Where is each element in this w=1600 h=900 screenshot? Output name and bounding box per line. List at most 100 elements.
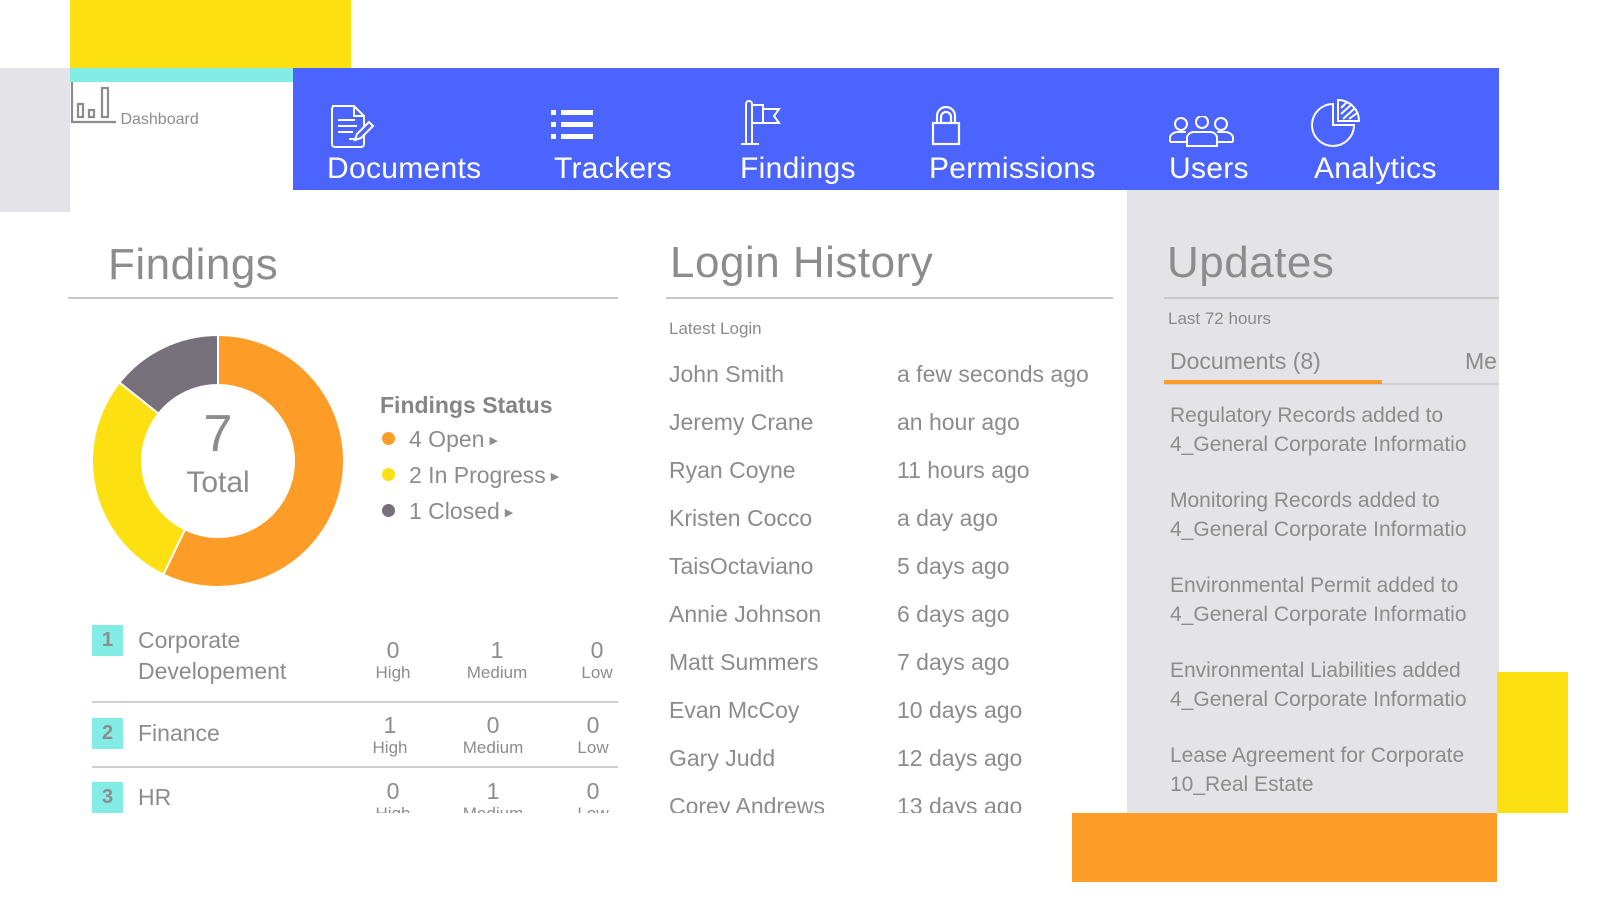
login-row[interactable]: Ryan Coyne 11 hours ago	[669, 457, 1109, 487]
user-name: Gary Judd	[669, 745, 776, 771]
login-time: 11 hours ago	[897, 457, 1030, 483]
update-title: Environmental Permit added to	[1170, 574, 1459, 597]
metric-low: 0Low	[577, 778, 608, 813]
update-item[interactable]: Environmental Permit added to 4_General C…	[1170, 571, 1467, 629]
tab-label: Trackers	[554, 152, 672, 185]
tab-trackers[interactable]: Trackers	[551, 68, 694, 190]
login-row[interactable]: Jeremy Crane an hour ago	[669, 409, 1109, 439]
caret-right-icon: ▶	[489, 435, 498, 447]
main-nav: Documents Trackers Findings Permissions …	[293, 68, 1499, 190]
login-time: an hour ago	[897, 409, 1020, 435]
tab-label: Documents	[327, 152, 482, 185]
update-item[interactable]: Environmental Liabilities added 4_General…	[1170, 656, 1467, 714]
department-name: Finance	[138, 720, 220, 746]
login-row[interactable]: John Smith a few seconds ago	[669, 361, 1109, 391]
login-time: 13 days ago	[897, 793, 1023, 813]
update-location: 10_Real Estate	[1170, 773, 1314, 796]
tab-users[interactable]: Users	[1169, 68, 1269, 190]
legend-item-closed[interactable]: 1 Closed ▶	[382, 498, 513, 525]
login-time: 10 days ago	[897, 697, 1023, 723]
divider	[68, 297, 618, 299]
metric-high: 0High	[376, 778, 411, 813]
metric-high: 1 High	[372, 712, 408, 757]
tab-analytics[interactable]: Analytics	[1311, 68, 1464, 190]
login-row[interactable]: Annie Johnson 6 days ago	[669, 601, 1109, 631]
bar-chart-icon	[70, 82, 120, 128]
update-item[interactable]: Lease Agreement for Corporate 10_Real Est…	[1170, 741, 1464, 799]
user-name: Corey Andrews	[669, 793, 825, 813]
rank-badge: 1	[92, 625, 123, 656]
update-location: 4_General Corporate Informatio	[1170, 603, 1467, 626]
legend-item-in-progress[interactable]: 2 In Progress ▶	[382, 462, 559, 489]
metric-medium: 0 Medium	[462, 712, 524, 757]
flag-icon	[740, 100, 784, 151]
login-time: a few seconds ago	[897, 361, 1089, 387]
section-subtitle: Last 72 hours	[1168, 309, 1272, 328]
document-edit-icon	[329, 104, 375, 155]
legend-label: 1 Closed	[409, 498, 500, 524]
donut-total-label: Total	[186, 466, 250, 499]
user-name: Jeremy Crane	[669, 409, 814, 435]
update-item[interactable]: Regulatory Records added to 4_General Cor…	[1170, 401, 1467, 459]
tab-label: Users	[1169, 152, 1249, 185]
department-row[interactable]: 2 Finance 1 High 0 Medium 0 Low	[92, 712, 618, 768]
login-row[interactable]: Gary Judd 12 days ago	[669, 745, 1109, 775]
rank-badge: 3	[92, 782, 123, 813]
login-row[interactable]: Evan McCoy 10 days ago	[669, 697, 1109, 727]
section-title: Findings	[108, 240, 279, 289]
tab-updates-more[interactable]: Me	[1465, 348, 1497, 375]
login-time: 7 days ago	[897, 649, 1010, 675]
login-time: a day ago	[897, 505, 999, 531]
tab-findings[interactable]: Findings	[740, 68, 880, 190]
legend-title: Findings Status	[380, 392, 553, 418]
login-row[interactable]: Kristen Cocco a day ago	[669, 505, 1109, 535]
tab-permissions[interactable]: Permissions	[929, 68, 1119, 190]
metric-low: 0Low	[577, 712, 609, 757]
active-tab-underline	[1164, 380, 1382, 384]
rank-badge: 2	[92, 718, 123, 749]
login-row[interactable]: TaisOctaviano 5 days ago	[669, 553, 1109, 583]
row-divider	[92, 766, 618, 768]
list-icon	[551, 110, 595, 145]
department-row[interactable]: 1 Corporate Developement 0 High 1 Medium 0…	[92, 625, 618, 685]
update-location: 4_General Corporate Informatio	[1170, 433, 1467, 456]
row-divider	[92, 701, 618, 703]
donut-total-value: 7	[203, 405, 233, 463]
department-name: Corporate	[138, 627, 241, 653]
status-dot-icon	[382, 504, 395, 517]
tab-label: Permissions	[929, 152, 1096, 185]
login-time: 12 days ago	[897, 745, 1023, 771]
caret-right-icon: ▶	[550, 471, 560, 483]
tab-updates-documents[interactable]: Documents (8)	[1170, 348, 1321, 375]
legend-item-open[interactable]: 4 Open ▶	[382, 426, 498, 453]
metric-high: 0High	[375, 637, 411, 682]
decorative-yellow-block-top	[70, 0, 351, 68]
legend-label: 2 In Progress	[409, 462, 546, 488]
user-name: Kristen Cocco	[669, 505, 813, 531]
update-title: Monitoring Records added to	[1170, 489, 1440, 512]
update-location: 4_General Corporate Informatio	[1170, 688, 1467, 711]
status-dot-icon	[382, 468, 395, 481]
update-item[interactable]: Monitoring Records added to 4_General Cor…	[1170, 486, 1467, 544]
tab-dashboard[interactable]: Dashboard	[70, 82, 293, 190]
dashboard-content: Findings 7 Total Findings Status 4 Open ▶…	[0, 190, 1600, 813]
section-subtitle: Latest Login	[669, 319, 762, 338]
metric-medium: 1Medium	[463, 778, 523, 813]
department-name-cont: Developement	[138, 658, 287, 684]
users-icon	[1169, 115, 1235, 153]
department-row[interactable]: 3 HR 0High 1Medium 0Low	[92, 778, 618, 813]
login-row[interactable]: Matt Summers 7 days ago	[669, 649, 1109, 679]
updates-panel: Updates Last 72 hours Documents (8) Me R…	[1127, 190, 1499, 813]
login-row[interactable]: Corey Andrews 13 days ago	[669, 793, 1109, 813]
user-name: Matt Summers	[669, 649, 819, 675]
user-name: Ryan Coyne	[669, 457, 796, 483]
update-location: 4_General Corporate Informatio	[1170, 518, 1467, 541]
metric-low: 0Low	[581, 637, 613, 682]
update-title: Environmental Liabilities added	[1170, 659, 1461, 682]
active-tab-indicator	[70, 68, 293, 82]
decorative-orange-block-bottom	[1072, 813, 1497, 882]
metric-medium: 1Medium	[466, 637, 528, 682]
tab-label: Dashboard	[120, 111, 199, 128]
user-name: John Smith	[669, 361, 785, 387]
tab-documents[interactable]: Documents	[327, 68, 507, 190]
